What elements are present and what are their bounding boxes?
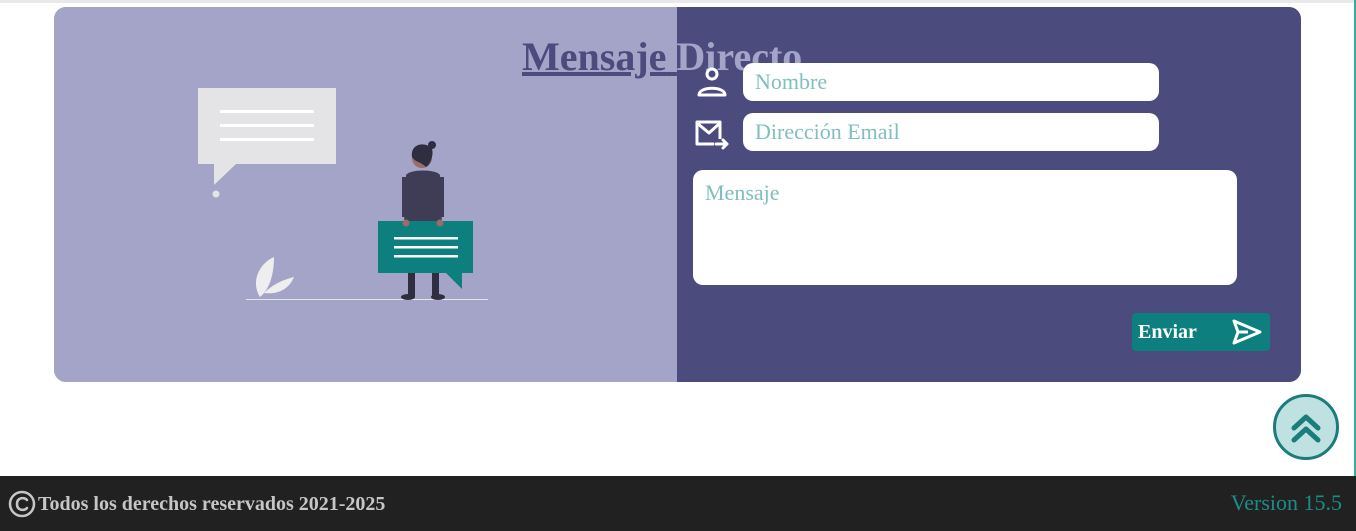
name-input[interactable] <box>743 63 1159 101</box>
double-chevron-up-icon <box>1291 414 1321 443</box>
message-textarea[interactable] <box>693 170 1237 285</box>
email-input[interactable] <box>743 113 1159 151</box>
send-button[interactable]: Enviar <box>1132 313 1270 351</box>
copyright-notice: Todos los derechos reservados 2021-2025 <box>8 490 385 518</box>
footer: Todos los derechos reservados 2021-2025 … <box>0 476 1356 531</box>
copyright-text: Todos los derechos reservados 2021-2025 <box>38 492 386 515</box>
messaging-illustration <box>198 88 488 300</box>
top-divider <box>0 0 1356 3</box>
contact-card: Mensaje Directo... Enviar <box>54 7 1301 382</box>
version-label: Version 15.5 <box>1230 490 1342 515</box>
scroll-to-top-button[interactable] <box>1273 394 1339 460</box>
mail-forward-icon <box>695 120 729 150</box>
user-icon <box>697 67 727 97</box>
copyright-icon <box>8 490 36 518</box>
title-part-1: Mensaje <box>522 34 667 79</box>
send-icon <box>1232 319 1262 345</box>
send-button-label: Enviar <box>1138 320 1197 343</box>
